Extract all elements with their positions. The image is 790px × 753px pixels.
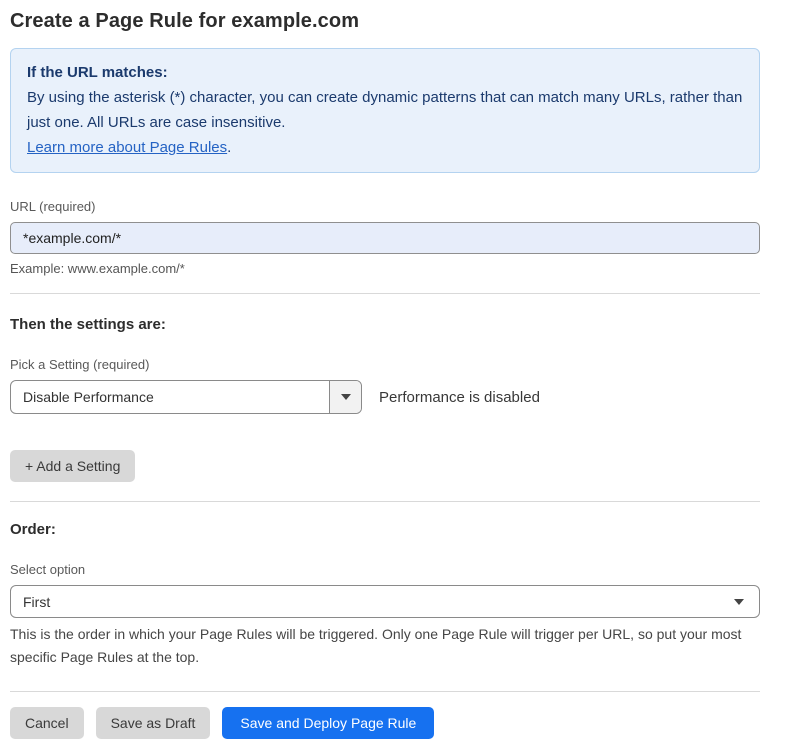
- info-box-heading: If the URL matches:: [27, 60, 743, 85]
- pick-setting-label: Pick a Setting (required): [10, 357, 760, 372]
- section-divider: [10, 293, 760, 294]
- save-as-draft-button[interactable]: Save as Draft: [96, 707, 211, 739]
- add-setting-button[interactable]: + Add a Setting: [10, 450, 135, 482]
- url-example-text: Example: www.example.com/*: [10, 261, 760, 276]
- info-box-body: By using the asterisk (*) character, you…: [27, 85, 743, 135]
- create-page-rule-form: Create a Page Rule for example.com If th…: [10, 0, 760, 753]
- chevron-down-icon: [341, 394, 351, 400]
- section-divider: [10, 691, 760, 692]
- info-box-link-line: Learn more about Page Rules.: [27, 135, 743, 160]
- order-section-heading: Order:: [10, 521, 760, 538]
- order-select[interactable]: First: [10, 585, 760, 618]
- url-field-label: URL (required): [10, 199, 760, 214]
- page-title: Create a Page Rule for example.com: [10, 10, 760, 33]
- order-select-value: First: [23, 594, 50, 610]
- section-divider: [10, 501, 760, 502]
- setting-select-value: Disable Performance: [11, 381, 329, 413]
- setting-status-text: Performance is disabled: [379, 389, 540, 406]
- setting-select[interactable]: Disable Performance: [10, 380, 362, 414]
- setting-select-caret-button[interactable]: [329, 381, 361, 413]
- chevron-down-icon: [734, 599, 744, 605]
- order-select-label: Select option: [10, 562, 760, 577]
- cancel-button[interactable]: Cancel: [10, 707, 84, 739]
- order-help-text: This is the order in which your Page Rul…: [10, 623, 750, 669]
- save-and-deploy-button[interactable]: Save and Deploy Page Rule: [222, 707, 434, 739]
- learn-more-link[interactable]: Learn more about Page Rules: [27, 139, 227, 156]
- url-match-info-box: If the URL matches: By using the asteris…: [10, 48, 760, 173]
- url-input[interactable]: [10, 222, 760, 254]
- settings-section-heading: Then the settings are:: [10, 316, 760, 333]
- link-suffix-text: .: [227, 139, 231, 156]
- setting-row: Disable Performance Performance is disab…: [10, 380, 760, 414]
